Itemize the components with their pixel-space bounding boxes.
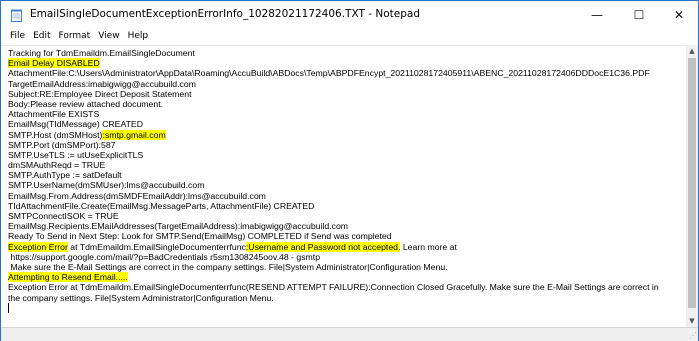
highlighted-text: :smtp.gmail.com xyxy=(102,129,166,140)
text-segment: Ready To Send in Next Step: Look for SMT… xyxy=(8,231,392,242)
text-segment: Exception Error at TdmEmaildm.EmailSingl… xyxy=(8,282,659,293)
highlighted-text: Attempting to Resend Email..... xyxy=(8,272,128,283)
text-segment: EmailMsg.From.Address(dmSMDFEmailAddr):l… xyxy=(8,190,266,201)
text-line xyxy=(8,302,659,313)
text-line: Exception Error at TdmEmaildm.EmailSingl… xyxy=(8,241,659,252)
maximize-icon: ☐ xyxy=(633,8,645,22)
highlighted-text: :Username and Password not accepted. xyxy=(245,241,401,252)
text-line: SMTP.UserName(dmSMUser):lms@accubuild.co… xyxy=(8,180,659,190)
text-segment: the company settings. File|System Admini… xyxy=(8,292,274,303)
text-segment: AttachmentFile:C:\Users\Administrator\Ap… xyxy=(8,68,650,79)
menu-edit[interactable]: Edit xyxy=(29,29,54,44)
status-bar: ⋰ xyxy=(1,327,698,341)
menu-file[interactable]: File xyxy=(6,29,29,44)
text-line: TIdAttachmentFile.Create(EmailMsg.Messag… xyxy=(8,201,659,211)
text-line: SMTP.Port (dmSMPort):587 xyxy=(8,140,659,150)
text-segment: Tracking for TdmEmaildm.EmailSingleDocum… xyxy=(8,48,195,58)
minimize-icon: — xyxy=(591,8,603,22)
text-segment: SMTP.AuthType := satDefault xyxy=(8,170,122,181)
window-title: EmailSingleDocumentExceptionErrorInfo_10… xyxy=(30,8,420,20)
text-line: SMTP.AuthType := satDefault xyxy=(8,170,659,180)
minimize-button[interactable]: — xyxy=(577,1,617,29)
chevron-up-icon[interactable]: ▲ xyxy=(686,45,698,57)
resize-grip-icon[interactable]: ⋰ xyxy=(689,331,697,340)
menu-view[interactable]: View xyxy=(94,29,123,44)
menu-help[interactable]: Help xyxy=(124,29,153,44)
scrollbar-thumb[interactable] xyxy=(688,58,696,308)
highlighted-text: Exception Error xyxy=(8,241,68,252)
text-segment: Body:Please review attached document. xyxy=(8,98,164,109)
text-line: Exception Error at TdmEmaildm.EmailSingl… xyxy=(8,282,659,292)
text-line: dmSMAuthReqd = TRUE xyxy=(8,160,659,170)
text-line: https://support.google.com/mail/?p=BadCr… xyxy=(8,252,659,262)
text-segment: TargetEmailAddress:imabigwigg@accubuild.… xyxy=(8,78,196,89)
text-segment: Learn more at xyxy=(400,241,457,252)
editor-text: Tracking for TdmEmaildm.EmailSingleDocum… xyxy=(8,48,659,313)
text-line: Body:Please review attached document. xyxy=(8,99,659,109)
text-line: SMTPConnectISOK = TRUE xyxy=(8,211,659,221)
chevron-down-icon[interactable]: ▼ xyxy=(686,315,698,327)
text-line: EmailMsg(TIdMessage) CREATED xyxy=(8,119,659,129)
text-segment: SMTP.UseTLS := utUseExplicitTLS xyxy=(8,149,144,160)
text-segment: dmSMAuthReqd = TRUE xyxy=(8,160,106,171)
text-line: Make sure the E-Mail Settings are correc… xyxy=(8,262,659,272)
title-bar[interactable]: EmailSingleDocumentExceptionErrorInfo_10… xyxy=(1,1,698,29)
maximize-button[interactable]: ☐ xyxy=(619,1,659,29)
text-line: EmailMsg.Recipients.EMailAddresses(Targe… xyxy=(8,221,659,231)
text-segment: AttachmentFile EXISTS xyxy=(8,109,100,120)
notepad-icon xyxy=(11,9,22,22)
close-icon: ✕ xyxy=(673,8,685,22)
text-segment: EmailMsg.Recipients.EMailAddresses(Targe… xyxy=(8,221,349,232)
text-line: TargetEmailAddress:imabigwigg@accubuild.… xyxy=(8,79,659,89)
text-line: Ready To Send in Next Step: Look for SMT… xyxy=(8,231,659,241)
text-segment: SMTP.UserName(dmSMUser):lms@accubuild.co… xyxy=(8,180,205,191)
text-line: Attempting to Resend Email..... xyxy=(8,272,659,283)
vertical-scrollbar[interactable]: ▲ ▼ xyxy=(686,45,698,327)
text-segment: TIdAttachmentFile.Create(EmailMsg.Messag… xyxy=(8,200,315,211)
menu-format[interactable]: Format xyxy=(55,29,95,44)
text-line: EmailMsg.From.Address(dmSMDFEmailAddr):l… xyxy=(8,191,659,201)
text-segment: SMTPConnectISOK = TRUE xyxy=(8,211,119,221)
text-line: AttachmentFile EXISTS xyxy=(8,109,659,119)
notepad-window: EmailSingleDocumentExceptionErrorInfo_10… xyxy=(0,0,699,341)
close-button[interactable]: ✕ xyxy=(659,1,699,29)
text-line: SMTP.UseTLS := utUseExplicitTLS xyxy=(8,150,659,160)
text-segment: at TdmEmaildm.EmailSingleDocumenterrfunc xyxy=(67,241,246,252)
text-segment: https://support.google.com/mail/?p=BadCr… xyxy=(8,251,321,262)
highlighted-text: Email Delay DISABLED xyxy=(8,58,100,69)
text-editor[interactable]: Tracking for TdmEmaildm.EmailSingleDocum… xyxy=(1,45,686,328)
text-line: Email Delay DISABLED xyxy=(8,58,659,69)
text-segment: Make sure the E-Mail Settings are correc… xyxy=(8,261,448,272)
text-line: SMTP.Host (dmSMHost):smtp.gmail.com xyxy=(8,129,659,140)
text-line: Subject:RE:Employee Direct Deposit State… xyxy=(8,89,659,99)
text-segment: Subject:RE:Employee Direct Deposit State… xyxy=(8,88,192,99)
text-segment: EmailMsg(TIdMessage) CREATED xyxy=(8,119,144,130)
menu-bar: File Edit Format View Help xyxy=(1,29,152,44)
text-line: AttachmentFile:C:\Users\Administrator\Ap… xyxy=(8,68,659,78)
text-segment: SMTP.Host (dmSMHost) xyxy=(8,129,103,140)
text-line: the company settings. File|System Admini… xyxy=(8,293,659,303)
text-caret xyxy=(8,302,9,313)
text-segment: SMTP.Port (dmSMPort):587 xyxy=(8,139,116,150)
text-line: Tracking for TdmEmaildm.EmailSingleDocum… xyxy=(8,48,659,58)
